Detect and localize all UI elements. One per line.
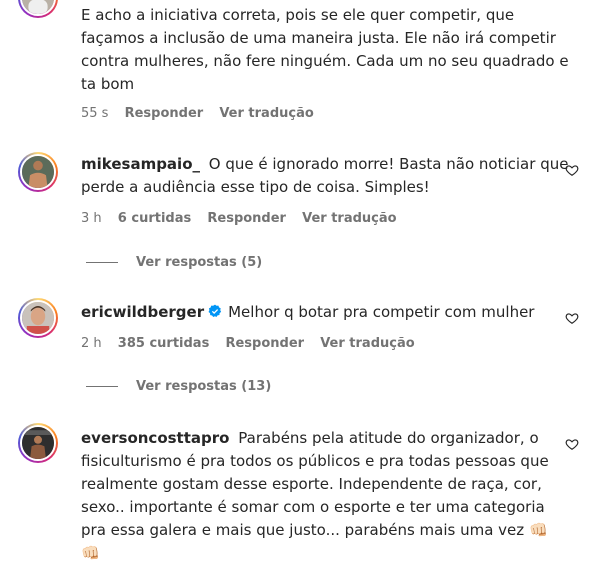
likes-count[interactable]: 385 curtidas [118, 336, 210, 351]
comment-meta: 2 h 385 curtidas Responder Ver tradução [81, 336, 427, 352]
avatar[interactable] [18, 0, 58, 18]
comment-username[interactable]: eversoncosttapro [81, 429, 229, 447]
avatar[interactable] [18, 423, 58, 463]
heart-icon[interactable] [565, 163, 579, 177]
likes-count[interactable]: 6 curtidas [118, 211, 191, 226]
comment-username[interactable]: ericwildberger [81, 303, 204, 321]
avatar-photo [22, 0, 54, 14]
reply-button[interactable]: Responder [225, 336, 304, 351]
view-replies-label: Ver respostas (5) [136, 255, 263, 270]
avatar-photo [22, 156, 54, 188]
reply-button[interactable]: Responder [207, 211, 286, 226]
avatar-photo [22, 302, 54, 334]
translate-button[interactable]: Ver tradução [320, 336, 414, 351]
replies-divider [86, 262, 118, 263]
comment-text: mikesampaio_ O que é ignorado morre! Bas… [81, 153, 579, 199]
heart-icon[interactable] [565, 437, 579, 451]
comment-text: E acho a iniciativa correta, pois se ele… [81, 4, 571, 96]
comment-username[interactable]: mikesampaio_ [81, 155, 200, 173]
comments-panel: { "comments": [ { "text": "E acho a inic… [0, 0, 596, 573]
comment-text: ericwildberger Melhor q botar pra compet… [81, 301, 579, 324]
view-replies-label: Ver respostas (13) [136, 379, 272, 394]
comment-text: eversoncosttapro Parabéns pela atitude d… [81, 427, 579, 565]
comment-time: 55 s [81, 106, 109, 121]
comment-meta: 55 s Responder Ver tradução [81, 106, 326, 122]
comment-meta: 3 h 6 curtidas Responder Ver tradução [81, 211, 409, 227]
comment-body: E acho a iniciativa correta, pois se ele… [81, 6, 569, 93]
replies-divider [86, 386, 118, 387]
comment-time: 2 h [81, 336, 102, 351]
verified-badge-icon [208, 304, 222, 318]
avatar[interactable] [18, 152, 58, 192]
translate-button[interactable]: Ver tradução [302, 211, 396, 226]
heart-icon[interactable] [565, 311, 579, 325]
reply-button[interactable]: Responder [125, 106, 204, 121]
avatar-photo [22, 427, 54, 459]
comment-body: Melhor q botar pra competir com mulher [228, 303, 535, 321]
view-replies-button[interactable]: Ver respostas (5) [86, 255, 262, 271]
comment-time: 3 h [81, 211, 102, 226]
view-replies-button[interactable]: Ver respostas (13) [86, 379, 271, 395]
translate-button[interactable]: Ver tradução [219, 106, 313, 121]
avatar[interactable] [18, 298, 58, 338]
